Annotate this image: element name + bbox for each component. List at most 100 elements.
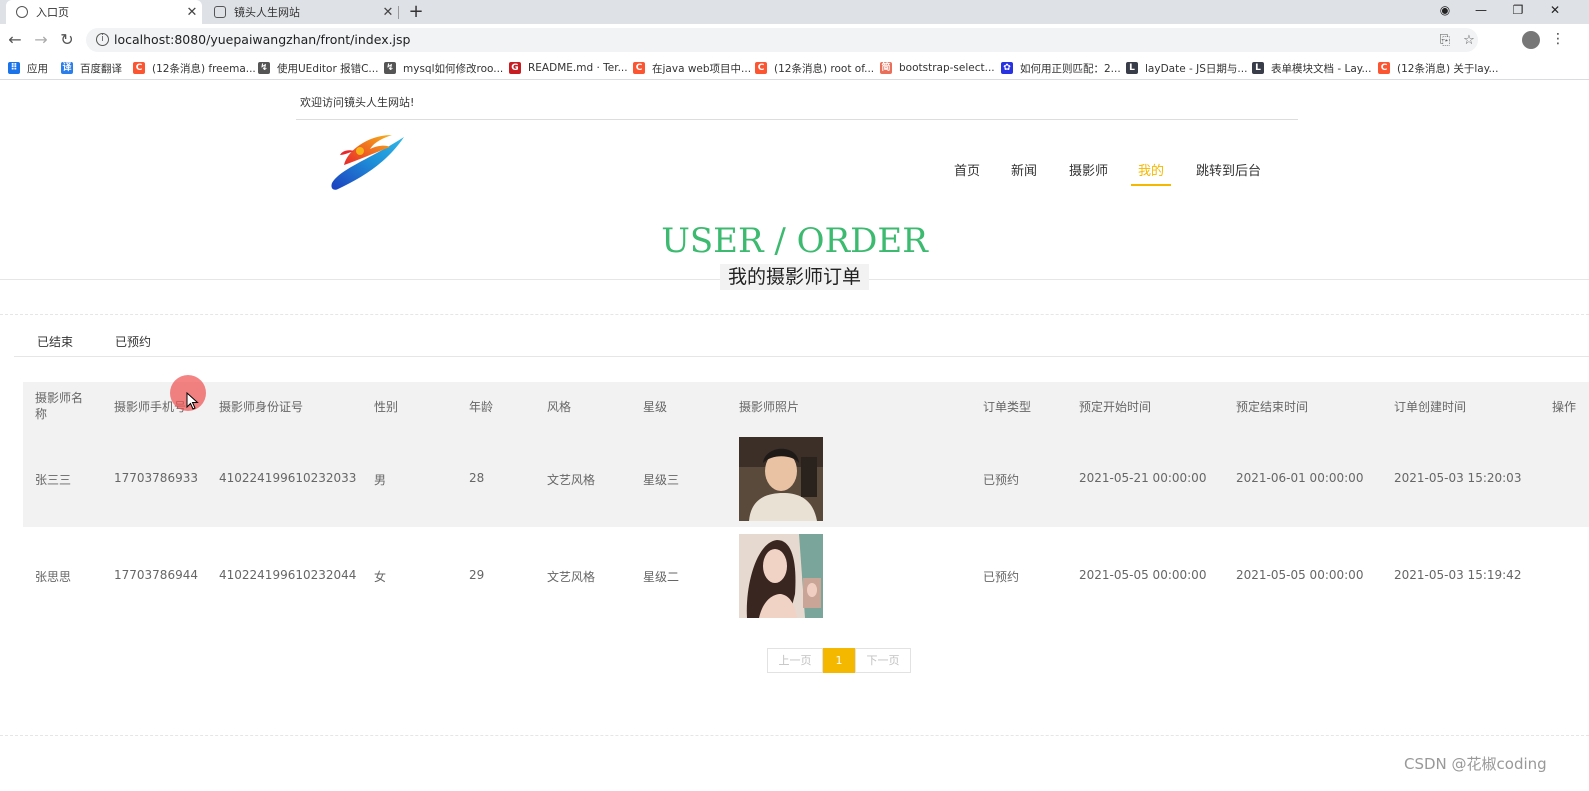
- bookmarks-bar: ⠿ 应用译百度翻译 C (12条消息) freema... ↯ 使用UEditor 报错C…: [0, 56, 1589, 80]
- browser-menu-icon[interactable]: ⋮: [1551, 30, 1565, 48]
- cell-style: 文艺风格: [547, 570, 596, 584]
- minimize-button[interactable]: —: [1463, 0, 1499, 22]
- forward-button[interactable]: →: [30, 29, 52, 51]
- bookmark-label: README.md · Ter...: [528, 62, 628, 74]
- col-rating: 星级: [643, 400, 668, 414]
- prev-page-button[interactable]: 上一页: [767, 648, 823, 673]
- bookmark-item[interactable]: L 表单模块文档 - Lay...: [1252, 59, 1371, 77]
- col-photographer-name: 摄影师名称: [35, 391, 84, 421]
- browser-tab[interactable]: 镜头人生网站 ✕: [204, 0, 398, 24]
- bookmark-label: mysql如何修改roo...: [403, 62, 504, 75]
- photographer-photo[interactable]: [739, 437, 823, 521]
- bookmark-item[interactable]: C (12条消息) freema...: [133, 59, 256, 77]
- bookmark-star-icon[interactable]: ☆: [1460, 32, 1478, 50]
- cell-start-time: 2021-05-21 00:00:00: [1079, 471, 1207, 485]
- bookmark-label: bootstrap-select...: [899, 62, 995, 74]
- bookmark-item[interactable]: ⠿ 应用: [8, 59, 48, 77]
- bookmark-item[interactable]: LlayDate - JS日期与...: [1126, 59, 1247, 77]
- col-order-type: 订单类型: [983, 400, 1032, 414]
- shield-icon: [214, 6, 226, 18]
- info-icon[interactable]: i: [96, 33, 109, 46]
- link-icon: ↯: [258, 62, 270, 74]
- cell-end-time: 2021-06-01 00:00:00: [1236, 471, 1364, 485]
- gitee-icon: G: [509, 62, 521, 74]
- bookmark-item[interactable]: ↯ 使用UEditor 报错C...: [258, 59, 378, 77]
- bookmark-item[interactable]: ✿ 如何用正则匹配：2...: [1001, 59, 1121, 77]
- cell-order-type: 已预约: [983, 570, 1020, 584]
- table-header: 摄影师名称 摄影师手机号 摄影师身份证号 性别 年龄 风格 星级 摄影师照片 订单类型 预定开始时…: [23, 382, 1589, 430]
- browser-toolbar: ← → ↻ i localhost:8080/yuepaiwangzhan/fr…: [0, 24, 1589, 56]
- section-divider: [0, 314, 1589, 315]
- link-icon: ↯: [384, 62, 396, 74]
- bookmark-item[interactable]: C (12条消息) 关于lay...: [1378, 59, 1498, 77]
- profile-avatar[interactable]: [1522, 31, 1540, 49]
- close-tab-icon[interactable]: ✕: [378, 5, 398, 20]
- bookmark-label: layDate - JS日期与...: [1145, 62, 1248, 75]
- col-start-time: 预定开始时间: [1079, 400, 1152, 414]
- cell-id-number: 410224199610232044: [219, 568, 357, 582]
- reload-button[interactable]: ↻: [56, 29, 78, 51]
- nav-admin[interactable]: 跳转到后台: [1196, 160, 1261, 186]
- footer-divider: [0, 735, 1589, 736]
- tab-search-icon[interactable]: ◉: [1427, 0, 1463, 22]
- bookmark-item[interactable]: 简 bootstrap-select...: [880, 59, 995, 77]
- bookmark-item[interactable]: 译百度翻译: [61, 59, 122, 77]
- bookmark-label: 在java web项目中...: [652, 62, 752, 75]
- bookmark-label: (12条消息) 关于lay...: [1397, 62, 1499, 75]
- col-photo: 摄影师照片: [739, 400, 800, 414]
- cell-end-time: 2021-05-05 00:00:00: [1236, 568, 1364, 582]
- col-age: 年龄: [469, 400, 494, 414]
- page-content: 欢迎访问镜头人生网站! 首页 新闻 摄影师 我的 跳转到后台 USER / OR…: [0, 81, 1589, 791]
- address-bar[interactable]: i localhost:8080/yuepaiwangzhan/front/in…: [86, 28, 1478, 52]
- page-subtitle-wrap: 我的摄影师订单: [0, 264, 1589, 290]
- cell-created-time: 2021-05-03 15:19:42: [1394, 568, 1522, 582]
- browser-tab-active[interactable]: 入口页 ✕: [6, 0, 202, 24]
- nav-home[interactable]: 首页: [954, 160, 980, 186]
- tab-booked[interactable]: 已预约: [115, 333, 151, 350]
- back-button[interactable]: ←: [4, 29, 26, 51]
- bookmark-label: 百度翻译: [80, 62, 122, 75]
- nav-photographers[interactable]: 摄影师: [1069, 160, 1108, 186]
- bookmark-item[interactable]: C (12条消息) root of...: [755, 59, 874, 77]
- pagination: 上一页 1 下一页: [767, 648, 911, 673]
- next-page-button[interactable]: 下一页: [855, 648, 911, 673]
- new-tab-button[interactable]: +: [406, 1, 426, 22]
- csdn-icon: C: [755, 62, 767, 74]
- bookmark-label: 使用UEditor 报错C...: [277, 62, 379, 75]
- csdn-icon: C: [1378, 62, 1390, 74]
- translate-icon[interactable]: ⎘: [1436, 32, 1454, 50]
- page-subtitle: 我的摄影师订单: [719, 264, 869, 290]
- tabs-divider: [14, 356, 1589, 357]
- bookmark-item[interactable]: G README.md · Ter...: [509, 59, 628, 77]
- csdn-icon: C: [133, 62, 145, 74]
- url-text[interactable]: localhost:8080/yuepaiwangzhan/front/inde…: [114, 32, 410, 47]
- restore-button[interactable]: ❐: [1500, 0, 1536, 22]
- table-row: 张思思 17703786944 410224199610232044 女 29 文艺风格 星…: [23, 527, 1589, 624]
- bookmark-item[interactable]: C 在java web项目中...: [633, 59, 751, 77]
- photographer-photo[interactable]: [739, 534, 823, 618]
- layui-icon: L: [1252, 62, 1264, 74]
- nav-mine[interactable]: 我的: [1131, 160, 1171, 186]
- cell-age: 28: [469, 471, 485, 485]
- close-window-button[interactable]: ✕: [1537, 0, 1573, 22]
- browser-tab-strip: 入口页 ✕ 镜头人生网站 ✕ + ◉ — ❐ ✕: [0, 0, 1589, 24]
- csdn-icon: C: [633, 62, 645, 74]
- col-id-number: 摄影师身份证号: [219, 400, 304, 414]
- bookmark-item[interactable]: ↯ mysql如何修改roo...: [384, 59, 503, 77]
- site-logo[interactable]: [330, 131, 406, 193]
- col-end-time: 预定结束时间: [1236, 400, 1309, 414]
- cell-created-time: 2021-05-03 15:20:03: [1394, 471, 1522, 485]
- col-actions: 操作: [1552, 400, 1577, 414]
- baidu-translate-icon: 译: [61, 62, 73, 74]
- csdn-watermark: CSDN @花椒coding: [1404, 755, 1547, 773]
- cell-start-time: 2021-05-05 00:00:00: [1079, 568, 1207, 582]
- cell-id-number: 410224199610232033: [219, 471, 357, 485]
- baidu-paw-icon: ✿: [1001, 62, 1013, 74]
- apps-grid-icon: ⠿: [8, 62, 20, 74]
- page-number-current[interactable]: 1: [823, 648, 855, 673]
- bookmark-label: 如何用正则匹配：2...: [1020, 62, 1121, 75]
- close-tab-icon[interactable]: ✕: [182, 5, 202, 20]
- nav-news[interactable]: 新闻: [1011, 160, 1037, 186]
- tab-finished[interactable]: 已结束: [37, 333, 73, 350]
- page-title: USER / ORDER: [661, 221, 928, 261]
